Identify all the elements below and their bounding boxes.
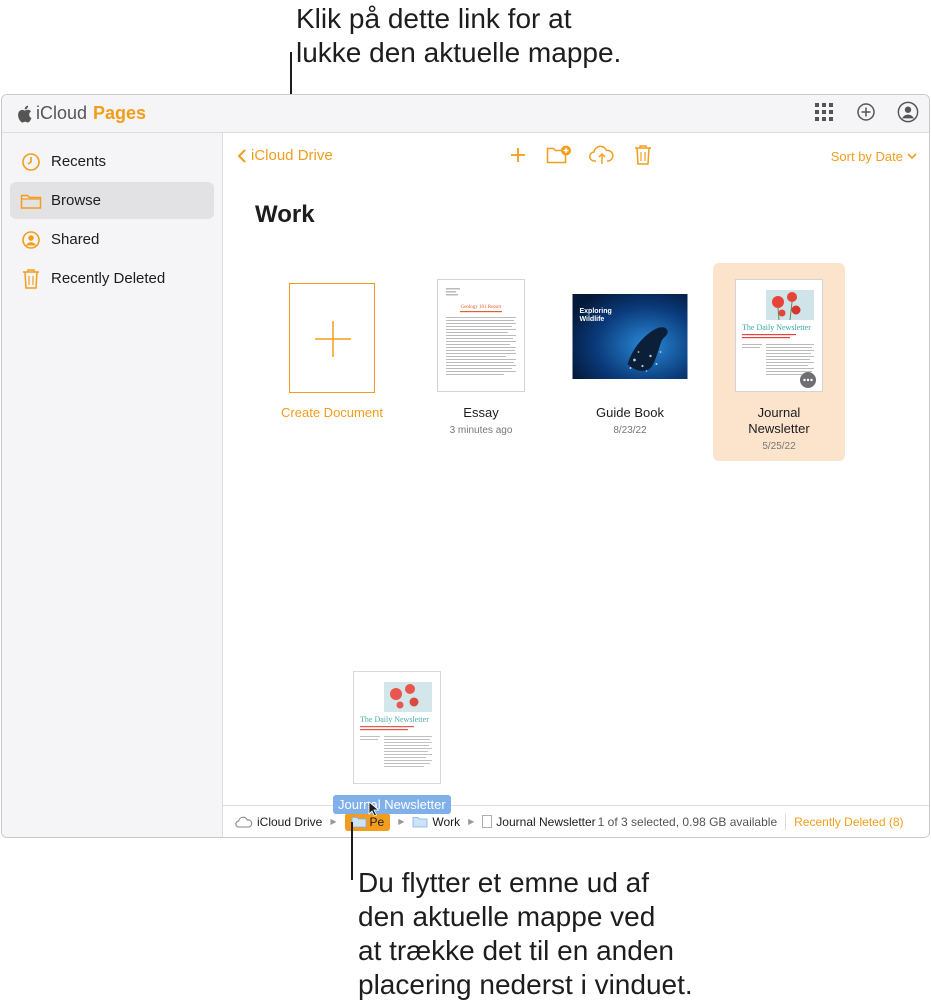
cursor-arrow-icon [368,801,380,817]
crumb-label: Work [432,814,461,829]
path-crumb-work[interactable]: Work [412,815,460,829]
person-circle-icon [20,229,42,251]
account-icon[interactable] [897,101,919,123]
new-folder-icon [546,145,571,164]
trash-icon [20,268,42,290]
crumb-label: Journal Newsletter [496,814,596,829]
path-crumb-icloud-drive[interactable]: iCloud Drive [235,815,322,829]
create-document-tile[interactable]: Create Document [266,263,398,461]
document-icon [482,815,493,828]
path-separator: ▶ [468,817,475,826]
document-date: 3 minutes ago [449,425,513,436]
clock-icon [20,151,42,173]
divider [785,813,787,830]
trash-icon [635,145,651,165]
grid-apps-icon[interactable] [813,101,835,123]
back-to-icloud-drive-link[interactable]: iCloud Drive [237,147,333,164]
document-date: 5/25/22 [762,441,796,452]
brand-pages: Pages [93,103,147,123]
apple-logo-icon [18,105,32,122]
document-name: Guide Book [596,405,664,420]
top-icons [813,101,919,123]
cloud-icon [235,816,253,828]
sidebar-item-label: Recents [51,153,107,170]
selection-status: 1 of 3 selected, 0.98 GB available [597,814,778,829]
upload-button[interactable] [589,143,615,167]
drag-thumb-title: The Daily Newsletter [360,715,429,724]
sidebar-item-label: Browse [51,192,102,209]
guide-book-thumbnail: Exploring Wildlife [572,294,688,379]
top-bar: iCloud Pages [2,95,929,133]
sidebar-item-browse[interactable]: Browse [10,182,214,219]
document-name: Essay [463,405,499,420]
document-tile-essay[interactable]: Geology 101 Report Essay 3 minutes ago [415,263,547,461]
guide-thumb-title-1: Exploring [580,308,612,315]
folder-icon [20,190,42,212]
sidebar-item-label: Recently Deleted [51,270,166,287]
folder-title: Work [255,201,315,228]
create-document-thumbnail[interactable] [289,283,375,393]
upload-icon [589,145,614,164]
sidebar-item-shared[interactable]: Shared [10,221,214,258]
recently-deleted-link[interactable]: Recently Deleted (8) [794,815,903,829]
folder-icon [412,816,428,827]
pages-window: iCloud Pages Recents Browse Shared Recen… [1,94,930,838]
add-circle-icon[interactable] [855,101,877,123]
document-tile-guide-book[interactable]: Exploring Wildlife Guide Book 8/23/22 [564,263,696,461]
callout-close-folder: Klik på dette link for at lukke den aktu… [296,3,622,68]
path-bar: iCloud Drive ▶ Pe ▶ Work ▶ Journal Newsl… [223,805,929,837]
path-separator: ▶ [330,817,337,826]
dragged-document-preview: The Daily Newsletter [353,671,441,784]
journal-newsletter-thumbnail: The Daily Newsletter [735,279,823,392]
new-folder-button[interactable] [546,143,572,167]
document-date: 8/23/22 [613,425,647,436]
callout-leader-bottom [351,822,353,880]
drag-label: Journal Newsletter [333,795,451,814]
guide-thumb-title-2: Wildlife [580,316,605,323]
sort-menu[interactable]: Sort by Date [831,149,917,164]
chevron-down-icon [907,153,917,160]
path-separator: ▶ [398,817,405,826]
sidebar: Recents Browse Shared Recently Deleted [2,133,223,837]
sort-label: Sort by Date [830,149,903,164]
essay-thumbnail: Geology 101 Report [437,279,525,392]
toolbar [507,143,654,167]
chevron-left-icon [237,148,246,163]
sidebar-item-recents[interactable]: Recents [10,143,214,180]
document-name: Journal Newsletter [748,405,810,436]
brand-icloud: iCloud [36,103,88,123]
path-crumb-journal-newsletter[interactable]: Journal Newsletter [482,814,596,829]
sidebar-item-recently-deleted[interactable]: Recently Deleted [10,260,214,297]
brand[interactable]: iCloud Pages [16,103,146,124]
crumb-label: iCloud Drive [257,814,323,829]
plus-icon [511,148,525,162]
back-link-label: iCloud Drive [251,147,333,164]
plus-icon [315,321,351,357]
delete-button[interactable] [632,143,654,167]
journal-thumb-title: The Daily Newsletter [742,323,811,332]
sidebar-item-label: Shared [51,231,100,248]
document-name: Create Document [281,405,383,420]
callout-move-item: Du flytter et emne ud af den aktuelle ma… [358,867,693,1000]
new-document-button[interactable] [507,143,529,167]
document-tile-journal-newsletter[interactable]: The Daily Newsletter Journal Newsletter … [713,263,845,461]
main-content: iCloud Drive Sort by Date Work Create Do… [223,133,929,837]
essay-thumb-title: Geology 101 Report [461,305,502,310]
